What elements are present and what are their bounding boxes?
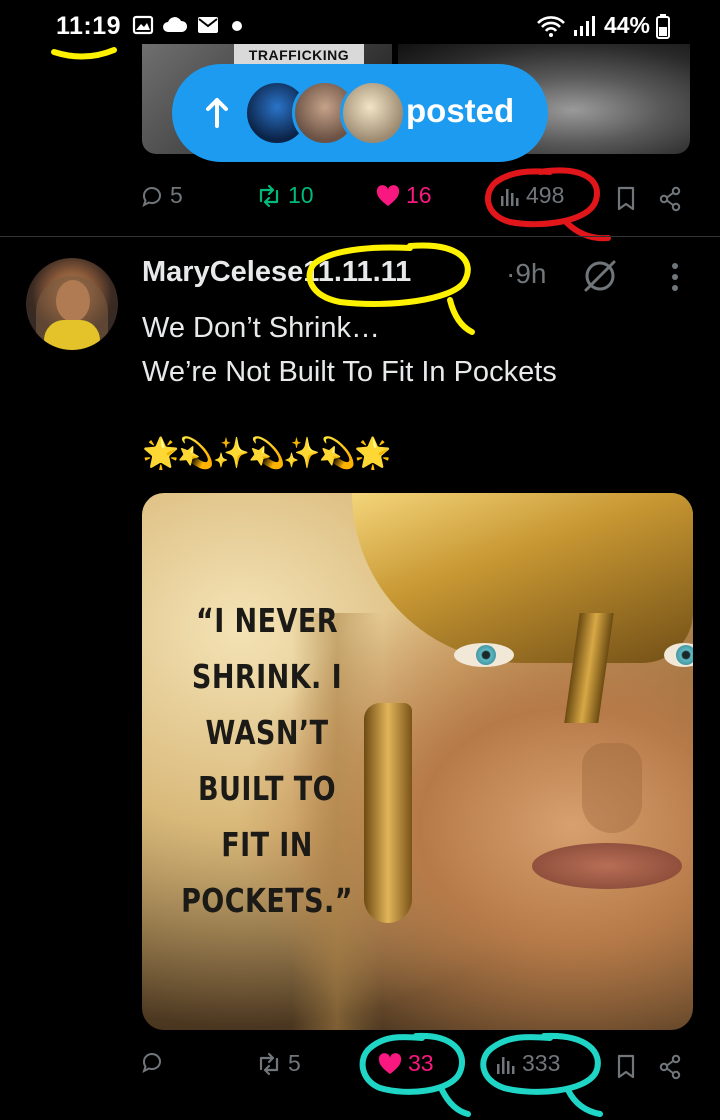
display-name[interactable]: MaryCelese11.11.11 [142, 256, 411, 289]
repost-count: 5 [288, 1050, 301, 1076]
grok-badge-icon[interactable] [580, 256, 620, 296]
reply-button[interactable]: 5 [140, 182, 183, 209]
reply-button[interactable] [140, 1050, 170, 1074]
top-tweet-action-bar: 5 10 16 498 [0, 182, 720, 222]
wifi-icon [537, 15, 565, 37]
views-icon [497, 1056, 515, 1074]
reply-icon [142, 186, 161, 207]
views-button[interactable]: 333 [496, 1050, 560, 1077]
like-count: 16 [406, 182, 432, 208]
tweet-text-line: We Don’t Shrink… [142, 312, 380, 344]
reply-icon [142, 1053, 161, 1073]
views-button[interactable]: 498 [500, 182, 564, 209]
repost-button[interactable]: 10 [256, 182, 314, 209]
tweet-image[interactable]: “I NEVER SHRINK. I WASN’T BUILT TO FIT I… [142, 493, 693, 1030]
views-count: 333 [522, 1050, 561, 1076]
new-posts-pill[interactable]: posted [172, 64, 548, 162]
arrow-up-icon [206, 98, 228, 128]
tweet-action-bar: 5 33 333 [0, 1050, 720, 1090]
pill-label: posted [406, 92, 515, 129]
eye-graphic [454, 643, 514, 667]
avatar[interactable] [26, 258, 118, 350]
tweet-emoji-line: 🌟💫✨💫✨💫🌟 [142, 437, 391, 470]
avatar [340, 80, 406, 146]
like-count: 33 [408, 1050, 434, 1076]
repost-button[interactable]: 5 [256, 1050, 301, 1077]
tweet-time[interactable]: ·9h [506, 258, 546, 290]
tweet-text: We Don’t Shrink… We’re Not Built To Fit … [142, 306, 557, 394]
share-icon[interactable] [658, 1054, 682, 1080]
repost-icon [259, 184, 279, 207]
views-count: 498 [526, 182, 565, 208]
quote-line: WASN’T [205, 713, 329, 752]
mail-icon [198, 17, 218, 33]
quote-line: SHRINK. I [191, 657, 343, 696]
image-quote: “I NEVER SHRINK. I WASN’T BUILT TO FIT I… [181, 593, 353, 929]
helmet-graphic [352, 493, 693, 663]
repost-count: 10 [288, 182, 314, 208]
heart-icon [378, 1052, 402, 1074]
heart-icon [376, 184, 400, 206]
share-icon[interactable] [658, 186, 682, 212]
display-name-part-1: MaryCeles [142, 256, 288, 288]
views-icon [501, 188, 519, 206]
repost-icon [259, 1052, 279, 1075]
dot-icon [232, 21, 242, 31]
cloud-icon [163, 17, 188, 32]
like-button[interactable]: 16 [376, 182, 432, 209]
like-button[interactable]: 33 [378, 1050, 434, 1077]
bookmark-icon[interactable] [616, 1054, 636, 1080]
battery-icon [656, 13, 670, 39]
tweet-divider [0, 236, 720, 237]
display-name-part-2: e11.11.11 [287, 256, 412, 288]
tweet-text-line: We’re Not Built To Fit In Pockets [142, 356, 557, 388]
gallery-icon [132, 15, 154, 35]
quote-line: FIT IN [221, 825, 313, 864]
battery-percent: 44% [603, 12, 650, 38]
quote-line: POCKETS.” [181, 881, 353, 920]
pill-avatar-stack [244, 80, 406, 146]
eye-graphic [664, 643, 693, 667]
signal-icon [573, 15, 595, 36]
bookmark-icon[interactable] [616, 186, 636, 212]
more-options-icon[interactable] [668, 262, 682, 292]
status-time: 11:19 [56, 12, 122, 40]
reply-count: 5 [170, 182, 183, 208]
quote-line: BUILT TO [197, 769, 337, 808]
quote-line: “I NEVER [196, 601, 338, 640]
